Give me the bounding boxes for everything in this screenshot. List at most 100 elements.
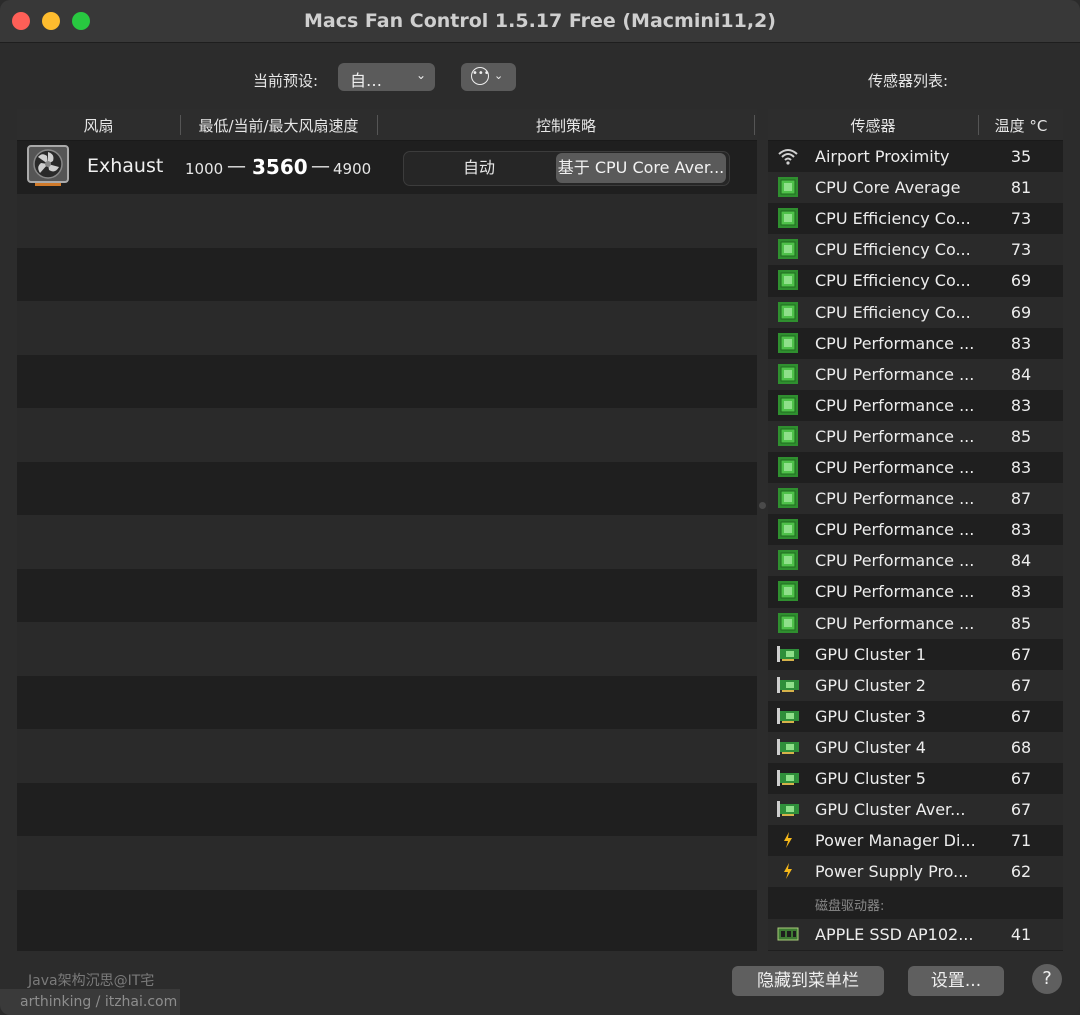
sensor-temperature: 41 [1010,924,1032,944]
preset-select[interactable]: 自… ⌄ [338,63,435,91]
sensor-row[interactable]: CPU Performance ... 83 [768,514,1063,545]
fan-max-speed: 4900 [333,160,372,178]
gpu-card-icon [777,644,799,664]
sensor-row[interactable]: Power Manager Di... 71 [768,825,1063,856]
hide-to-menubar-button[interactable]: 隐藏到菜单栏 [732,966,884,996]
sensor-row[interactable]: CPU Performance ... 87 [768,483,1063,515]
empty-row [17,247,757,301]
sensor-name: GPU Cluster 2 [815,675,926,695]
chevron-down-icon: ⌄ [494,69,504,82]
sensor-name: GPU Cluster 4 [815,737,926,757]
fan-min-speed: 1000 [185,160,224,178]
sensor-temperature: 85 [1010,613,1032,633]
sensor-row[interactable]: GPU Cluster 4 68 [768,731,1063,763]
sensor-row[interactable]: GPU Cluster 3 67 [768,701,1063,732]
sensor-temperature: 62 [1010,862,1032,882]
sensor-temperature: 69 [1010,271,1032,291]
sensor-row[interactable]: CPU Efficiency Co... 73 [768,203,1063,234]
sensor-temperature: 83 [1010,458,1032,477]
cpu-chip-icon [777,457,799,477]
sensor-name: CPU Performance ... [815,520,975,540]
control-auto-button[interactable]: 自动 [404,152,554,185]
fan-table: 风扇 最低/当前/最大风扇速度 控制策略 Exhaust 1000 — 3560… [17,109,757,951]
cpu-chip-icon [777,208,799,229]
cpu-chip-icon [777,581,799,602]
empty-row [17,301,757,355]
gpu-card-icon [777,737,799,757]
sensor-temperature: 84 [1010,551,1032,571]
sensor-row[interactable]: CPU Performance ... 83 [768,452,1063,483]
column-header-sensor[interactable]: 传感器 [768,115,978,136]
sensor-temperature: 87 [1010,489,1032,509]
fan-row-exhaust[interactable]: Exhaust 1000 — 3560 — 4900 自动 基于 CPU Cor… [17,141,757,194]
sensor-row[interactable]: CPU Performance ... 85 [768,607,1063,639]
sensor-row[interactable]: GPU Cluster 5 67 [768,763,1063,794]
sensor-row[interactable]: Power Supply Pro... 62 [768,856,1063,888]
column-header-temperature[interactable]: 温度 °C [979,115,1063,136]
sensor-name: CPU Performance ... [815,489,975,509]
gpu-card-icon [777,799,799,819]
column-header-speed[interactable]: 最低/当前/最大风扇速度 [180,115,377,136]
sensor-temperature: 73 [1010,240,1032,260]
column-header-fan[interactable]: 风扇 [17,115,180,136]
preset-value: 自… [350,71,383,90]
empty-row [17,194,757,248]
sensor-temperature: 67 [1010,644,1032,664]
sensor-name: CPU Performance ... [815,613,975,633]
sensor-row[interactable]: CPU Efficiency Co... 73 [768,234,1063,266]
preset-label: 当前预设: [253,72,319,90]
sensor-name: Power Manager Di... [815,831,976,851]
sensor-row[interactable]: GPU Cluster Aver... 67 [768,794,1063,826]
control-custom-button[interactable]: 基于 CPU Core Aver... [556,153,726,183]
sensor-row[interactable]: CPU Efficiency Co... 69 [768,265,1063,296]
sensor-name: CPU Performance ... [815,458,975,477]
sensor-row[interactable]: CPU Performance ... 84 [768,545,1063,577]
title-bar: Macs Fan Control 1.5.17 Free (Macmini11,… [0,0,1080,43]
watermark-text: Java架构沉思@IT宅 [28,973,155,989]
empty-row [17,889,757,943]
empty-row [17,408,757,462]
sensor-name: Power Supply Pro... [815,862,969,882]
speed-separator: — [311,155,330,177]
column-header-control[interactable]: 控制策略 [377,115,755,136]
gpu-card-icon [777,768,799,788]
sensor-row[interactable]: CPU Performance ... 83 [768,328,1063,359]
wifi-icon [777,146,799,166]
cpu-chip-icon [777,301,799,322]
lightning-icon [777,861,799,881]
column-divider[interactable] [754,115,755,135]
sensor-name: CPU Efficiency Co... [815,271,971,291]
sensor-temperature: 69 [1010,302,1032,322]
sensor-name: CPU Performance ... [815,364,975,384]
sensor-name: GPU Cluster Aver... [815,800,966,820]
sensor-row[interactable]: CPU Performance ... 83 [768,576,1063,607]
sensor-temperature: 85 [1010,426,1032,446]
settings-button[interactable]: 设置... [908,966,1004,996]
sensor-row[interactable]: CPU Performance ... 85 [768,420,1063,452]
split-view-handle[interactable] [759,502,766,509]
sensor-row[interactable]: Airport Proximity 35 [768,141,1063,172]
empty-row [17,461,757,515]
sensor-row[interactable]: GPU Cluster 2 67 [768,669,1063,701]
empty-row [17,568,757,622]
empty-row [17,515,757,569]
more-options-button[interactable]: ••• ⌄ [461,63,516,91]
help-button[interactable]: ? [1032,964,1062,994]
sensor-name: CPU Performance ... [815,395,975,415]
sensor-row[interactable]: CPU Core Average 81 [768,172,1063,204]
sensor-temperature: 67 [1010,675,1032,695]
sensor-row[interactable]: CPU Performance ... 83 [768,390,1063,421]
sensor-row[interactable]: APPLE SSD AP102... 41 [768,918,1063,950]
cpu-chip-icon [777,519,799,540]
sensor-temperature: 83 [1010,333,1032,353]
sensor-temperature: 83 [1010,520,1032,540]
empty-row [17,782,757,836]
sensor-row[interactable]: GPU Cluster 1 67 [768,639,1063,670]
gpu-card-icon [777,675,799,695]
sensor-temperature: 67 [1010,769,1032,788]
sensor-row[interactable]: CPU Efficiency Co... 69 [768,296,1063,328]
lightning-icon [777,830,799,850]
cpu-chip-icon [777,612,799,633]
sensor-row[interactable]: CPU Performance ... 84 [768,358,1063,390]
sensor-temperature: 67 [1010,800,1032,820]
